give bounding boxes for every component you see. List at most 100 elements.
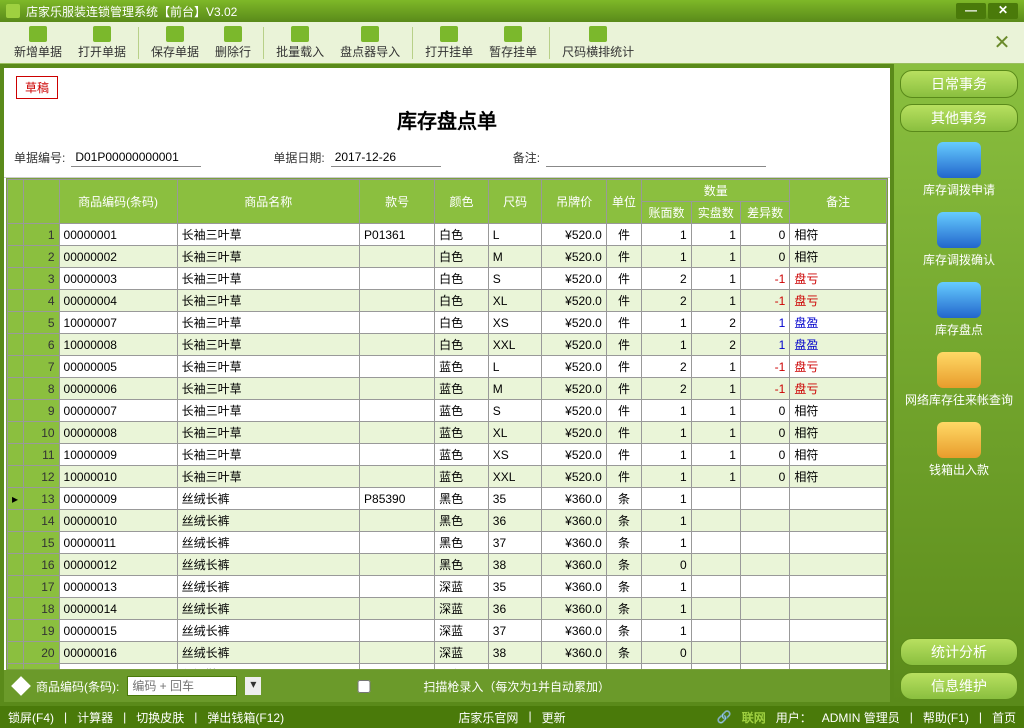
network-status: 联网 [742,709,766,726]
table-row[interactable]: ▸1300000009丝绒长裤P85390黑色35¥360.0条1 [8,488,887,510]
status-切换皮肤[interactable]: 切换皮肤 [136,709,184,726]
toolbar-icon [589,26,607,42]
col-book[interactable]: 账面数 [642,202,691,224]
status-更新[interactable]: 更新 [542,709,566,726]
toolbar-icon [291,26,309,42]
col-price[interactable]: 吊牌价 [542,180,606,224]
search-bar: 商品编码(条码): ▾ 扫描枪录入（每次为1并自动累加） [4,670,890,702]
page-title: 库存盘点单 [4,99,890,144]
toolbar-icon [361,26,379,42]
col-remark[interactable]: 备注 [790,180,887,224]
toolbar-icon [440,26,458,42]
grid[interactable]: 商品编码(条码) 商品名称 款号 颜色 尺码 吊牌价 单位 数量 备注 账面数 … [6,178,888,670]
status-锁屏(F4)[interactable]: 锁屏(F4) [8,709,54,726]
toolbar-打开单据[interactable]: 打开单据 [70,24,134,62]
status-help[interactable]: 帮助(F1) [923,709,969,726]
side-日常事务[interactable]: 日常事务 [900,70,1018,98]
side-其他事务[interactable]: 其他事务 [900,104,1018,132]
table-row[interactable]: 1900000015丝绒长裤深蓝37¥360.0条1 [8,620,887,642]
side-统计分析[interactable]: 统计分析 [900,638,1018,666]
col-qty-group: 数量 [642,180,790,202]
side-item-icon [937,422,981,458]
status-弹出钱箱(F12)[interactable]: 弹出钱箱(F12) [207,709,284,726]
doc-remark-label: 备注: [513,149,540,166]
table-row[interactable]: 510000007长袖三叶草白色XS¥520.0件121盘盈 [8,312,887,334]
table-row[interactable]: 1110000009长袖三叶草蓝色XS¥520.0件110相符 [8,444,887,466]
toolbar-批量载入[interactable]: 批量载入 [268,24,332,62]
side-item-库存调拨确认[interactable]: 库存调拨确认 [900,208,1018,272]
status-店家乐官网[interactable]: 店家乐官网 [458,709,518,726]
status-bar: 锁屏(F4)|计算器|切换皮肤|弹出钱箱(F12)店家乐官网|更新🔗联网用户：A… [0,706,1024,728]
col-unit[interactable]: 单位 [606,180,641,224]
col-real[interactable]: 实盘数 [691,202,740,224]
scan-checkbox[interactable]: 扫描枪录入（每次为1并自动累加） [309,678,610,695]
table-row[interactable]: 1210000010长袖三叶草蓝色XXL¥520.0件110相符 [8,466,887,488]
toolbar-icon [29,26,47,42]
side-panel: 日常事务其他事务库存调拨申请库存调拨确认库存盘点网络库存往来帐查询钱箱出入款统计… [894,64,1024,706]
side-item-库存盘点[interactable]: 库存盘点 [900,278,1018,342]
status-user: ADMIN 管理员 [822,709,900,726]
table-row[interactable]: 700000005长袖三叶草蓝色L¥520.0件21-1盘亏 [8,356,887,378]
doc-date-input[interactable] [331,148,441,167]
toolbar-删除行[interactable]: 删除行 [207,24,259,62]
doc-date-label: 单据日期: [273,149,324,166]
side-item-icon [937,282,981,318]
side-信息维护[interactable]: 信息维护 [900,672,1018,700]
table-row[interactable]: 610000008长袖三叶草白色XXL¥520.0件121盘盈 [8,334,887,356]
side-item-网络库存往来帐查询[interactable]: 网络库存往来帐查询 [900,348,1018,412]
table-row[interactable]: 2100000017休闲鞋U45748黑色37¥580.0双1 [8,664,887,671]
table-row[interactable]: 200000002长袖三叶草白色M¥520.0件110相符 [8,246,887,268]
content-panel: 草稿 库存盘点单 单据编号: 单据日期: 备注: 商品编码(条码) 商品名称 [4,68,890,702]
titlebar: 店家乐服装连锁管理系统【前台】V3.02 — ✕ [0,0,1024,22]
panel-close-icon[interactable]: ✕ [986,29,1018,57]
app-logo-icon [6,4,20,18]
toolbar-尺码横排统计[interactable]: 尺码横排统计 [554,24,642,62]
toolbar: 新增单据打开单据保存单据删除行批量载入盘点器导入打开挂单暂存挂单尺码横排统计 ✕ [0,22,1024,64]
table-row[interactable]: 100000001长袖三叶草P01361白色L¥520.0件110相符 [8,224,887,246]
table-row[interactable]: 1400000010丝绒长裤黑色36¥360.0条1 [8,510,887,532]
toolbar-icon [166,26,184,42]
form-row: 单据编号: 单据日期: 备注: [4,144,890,178]
toolbar-icon [504,26,522,42]
status-home[interactable]: 首页 [992,709,1016,726]
toolbar-盘点器导入[interactable]: 盘点器导入 [332,24,408,62]
app-title: 店家乐服装连锁管理系统【前台】V3.02 [26,3,237,20]
col-style[interactable]: 款号 [360,180,435,224]
doc-id-input[interactable] [71,148,201,167]
table-row[interactable]: 900000007长袖三叶草蓝色S¥520.0件110相符 [8,400,887,422]
search-label: 商品编码(条码): [36,678,119,695]
toolbar-icon [93,26,111,42]
network-icon: 🔗 [717,710,732,724]
side-item-库存调拨申请[interactable]: 库存调拨申请 [900,138,1018,202]
side-item-钱箱出入款[interactable]: 钱箱出入款 [900,418,1018,482]
table-row[interactable]: 1700000013丝绒长裤深蓝35¥360.0条1 [8,576,887,598]
toolbar-新增单据[interactable]: 新增单据 [6,24,70,62]
table-row[interactable]: 2000000016丝绒长裤深蓝38¥360.0条0 [8,642,887,664]
table-row[interactable]: 800000006长袖三叶草蓝色M¥520.0件21-1盘亏 [8,378,887,400]
draft-badge: 草稿 [16,76,58,99]
table-row[interactable]: 1600000012丝绒长裤黑色38¥360.0条0 [8,554,887,576]
close-button[interactable]: ✕ [988,3,1018,19]
table-row[interactable]: 1800000014丝绒长裤深蓝36¥360.0条1 [8,598,887,620]
toolbar-保存单据[interactable]: 保存单据 [143,24,207,62]
side-item-icon [937,212,981,248]
table-row[interactable]: 300000003长袖三叶草白色S¥520.0件21-1盘亏 [8,268,887,290]
search-input[interactable] [127,676,237,696]
col-diff[interactable]: 差异数 [740,202,789,224]
doc-remark-input[interactable] [546,148,766,167]
minimize-button[interactable]: — [956,3,986,19]
status-计算器[interactable]: 计算器 [77,709,113,726]
toolbar-暂存挂单[interactable]: 暂存挂单 [481,24,545,62]
toolbar-icon [224,26,242,42]
col-name[interactable]: 商品名称 [177,180,359,224]
col-code[interactable]: 商品编码(条码) [59,180,177,224]
col-color[interactable]: 颜色 [435,180,489,224]
col-size[interactable]: 尺码 [488,180,542,224]
table-row[interactable]: 1500000011丝绒长裤黑色37¥360.0条1 [8,532,887,554]
search-dropdown-icon[interactable]: ▾ [245,677,261,695]
toolbar-打开挂单[interactable]: 打开挂单 [417,24,481,62]
scan-checkbox-input[interactable] [309,680,419,693]
table-row[interactable]: 1000000008长袖三叶草蓝色XL¥520.0件110相符 [8,422,887,444]
side-item-icon [937,352,981,388]
table-row[interactable]: 400000004长袖三叶草白色XL¥520.0件21-1盘亏 [8,290,887,312]
